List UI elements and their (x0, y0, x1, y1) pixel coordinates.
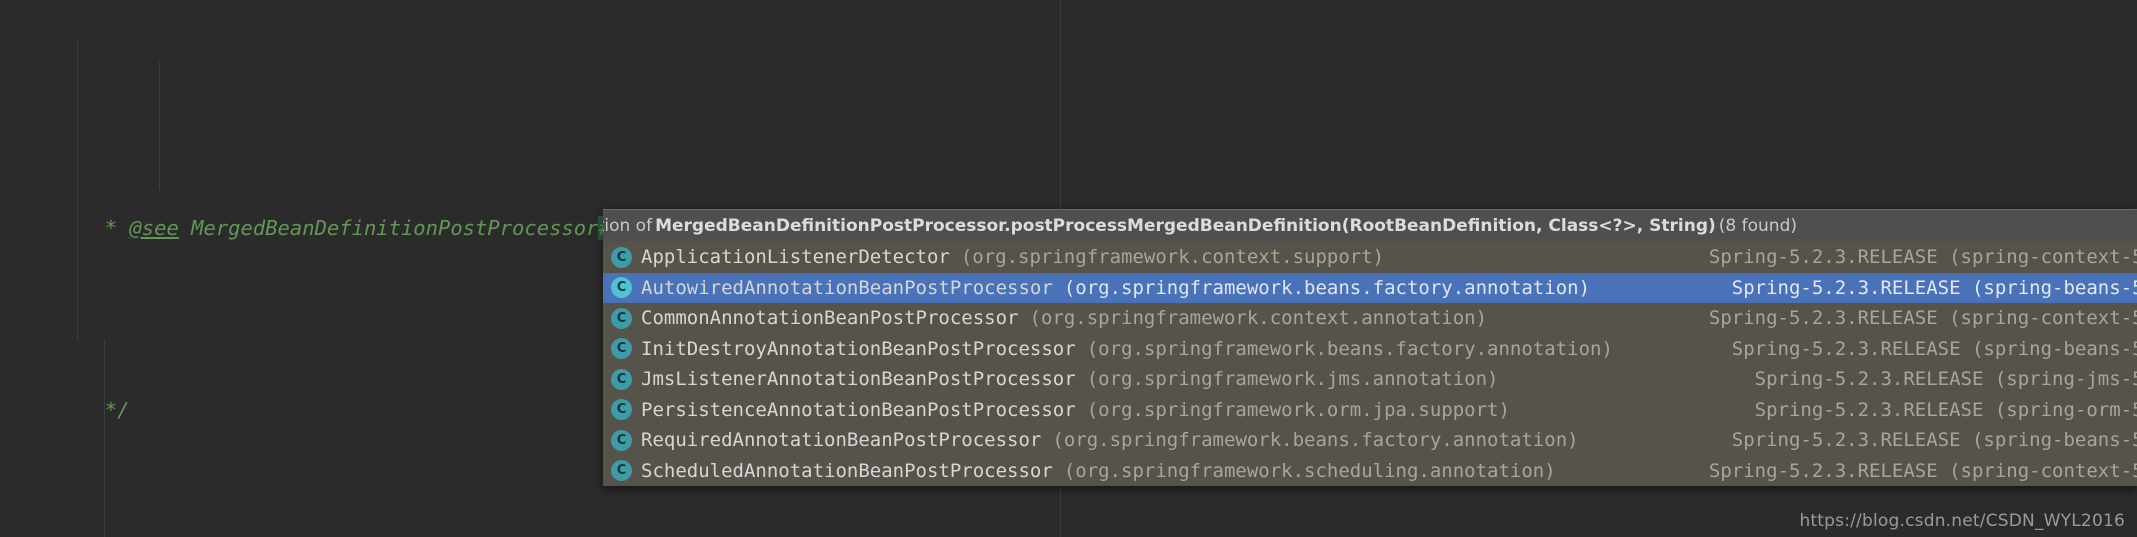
implementation-package: (org.springframework.scheduling.annotati… (1063, 459, 1556, 482)
class-icon: C (611, 460, 632, 482)
class-icon: C (611, 307, 632, 329)
implementation-package: (org.springframework.beans.factory.annot… (1063, 276, 1591, 299)
implementation-library: Spring-5.2.3.RELEASE (spring-context-5. (1708, 459, 2137, 482)
implementation-library: Spring-5.2.3.RELEASE (spring-beans-5. (1731, 429, 2137, 452)
implementation-class-name: ApplicationListenerDetector (641, 246, 950, 269)
implementation-library: Spring-5.2.3.RELEASE (spring-context-5. (1708, 307, 2137, 330)
list-item[interactable]: C ScheduledAnnotationBeanPostProcessor (… (603, 456, 2137, 487)
implementation-class-name: ScheduledAnnotationBeanPostProcessor (641, 459, 1053, 482)
javadoc-see-type: MergedBeanDefinitionPostProcessor (178, 215, 599, 240)
class-icon: C (611, 399, 632, 421)
implementation-class-name: PersistenceAnnotationBeanPostProcessor (641, 398, 1076, 421)
implementation-package: (org.springframework.context.support) (960, 246, 1385, 269)
implementation-list[interactable]: C ApplicationListenerDetector (org.sprin… (603, 242, 2137, 486)
class-icon: C (611, 246, 632, 268)
list-item[interactable]: C CommonAnnotationBeanPostProcessor (org… (603, 303, 2137, 334)
list-item[interactable]: C AutowiredAnnotationBeanPostProcessor (… (603, 272, 2137, 303)
comment-star: * (80, 215, 130, 240)
implementation-package: (org.springframework.jms.annotation) (1086, 368, 1499, 391)
implementation-library: Spring-5.2.3.RELEASE (spring-jms-5. (1754, 368, 2137, 391)
class-icon: C (611, 368, 632, 390)
watermark: https://blog.csdn.net/CSDN_WYL2016 (1799, 511, 2125, 531)
implementation-library: Spring-5.2.3.RELEASE (spring-orm-5. (1754, 398, 2137, 421)
class-icon: C (611, 277, 632, 299)
implementation-class-name: AutowiredAnnotationBeanPostProcessor (641, 276, 1053, 299)
popup-header-signature: MergedBeanDefinitionPostProcessor.postPr… (655, 216, 1716, 236)
implementation-package: (org.springframework.context.annotation) (1029, 307, 1488, 330)
popup-header-count: (8 found) (1718, 216, 1797, 236)
implementation-package: (org.springframework.orm.jpa.support) (1086, 398, 1510, 421)
list-item[interactable]: C PersistenceAnnotationBeanPostProcessor… (603, 395, 2137, 426)
list-item[interactable]: C InitDestroyAnnotationBeanPostProcessor… (603, 334, 2137, 365)
implementation-package: (org.springframework.beans.factory.annot… (1052, 429, 1579, 452)
comment-close: */ (80, 398, 130, 423)
list-item[interactable]: C RequiredAnnotationBeanPostProcessor (o… (603, 425, 2137, 456)
implementation-library: Spring-5.2.3.RELEASE (spring-beans-5. (1731, 337, 2137, 360)
javadoc-see-tag: @see (129, 215, 179, 240)
list-item[interactable]: C JmsListenerAnnotationBeanPostProcessor… (603, 364, 2137, 395)
implementation-library: Spring-5.2.3.RELEASE (spring-beans-5. (1731, 276, 2137, 299)
list-item[interactable]: C ApplicationListenerDetector (org.sprin… (603, 242, 2137, 273)
popup-header-prefix: Choose Implementation of (603, 216, 653, 236)
implementation-package: (org.springframework.beans.factory.annot… (1086, 337, 1613, 360)
class-icon: C (611, 338, 632, 360)
popup-header: Choose Implementation of MergedBeanDefin… (603, 210, 2137, 242)
implementation-class-name: InitDestroyAnnotationBeanPostProcessor (641, 337, 1076, 360)
implementation-class-name: JmsListenerAnnotationBeanPostProcessor (641, 368, 1076, 391)
class-icon: C (611, 429, 632, 451)
ide-screenshot: * @see MergedBeanDefinitionPostProcessor… (0, 0, 2137, 537)
choose-implementation-popup[interactable]: Choose Implementation of MergedBeanDefin… (603, 209, 2137, 486)
implementation-class-name: RequiredAnnotationBeanPostProcessor (641, 429, 1042, 452)
implementation-library: Spring-5.2.3.RELEASE (spring-context-5. (1708, 246, 2137, 269)
implementation-class-name: CommonAnnotationBeanPostProcessor (641, 307, 1019, 330)
